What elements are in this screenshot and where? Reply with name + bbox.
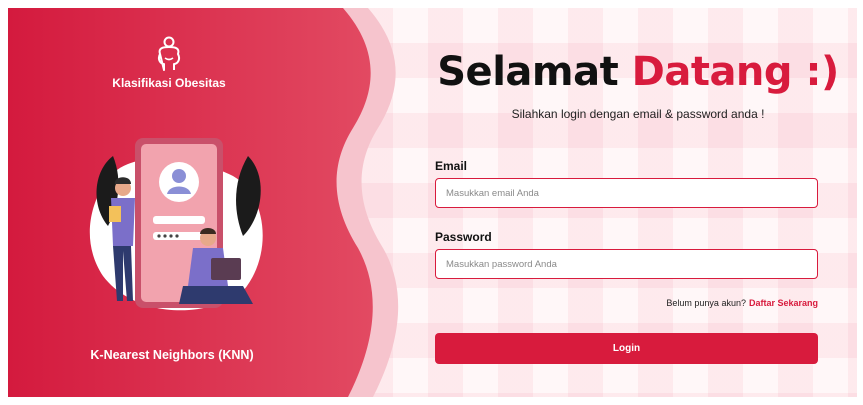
title-part-1: Selamat [437, 49, 619, 95]
page-title: Selamat Datang :) [428, 48, 848, 96]
register-prompt: Belum punya akun? Daftar Sekarang [666, 298, 818, 308]
password-field[interactable] [435, 249, 818, 279]
login-page: Klasifikasi Obesitas K-Nearest Neighbors… [8, 8, 857, 397]
method-label: K-Nearest Neighbors (KNN) [90, 348, 254, 362]
password-label: Password [435, 230, 492, 244]
register-text: Belum punya akun? [666, 298, 746, 308]
login-form: Selamat Datang :) Silahkan login dengan … [428, 8, 848, 397]
brand-name: Klasifikasi Obesitas [112, 76, 226, 90]
register-link[interactable]: Daftar Sekarang [749, 298, 818, 308]
obese-person-icon [157, 36, 181, 71]
brand: Klasifikasi Obesitas [94, 36, 244, 90]
email-label: Email [435, 159, 468, 173]
left-panel: Klasifikasi Obesitas K-Nearest Neighbors… [8, 8, 403, 397]
login-profile-illustration [89, 138, 263, 311]
login-button[interactable]: Login [435, 333, 818, 364]
title-part-2: Datang :) [631, 49, 840, 95]
subtitle: Silahkan login dengan email & password a… [511, 107, 765, 121]
email-field[interactable] [435, 178, 818, 208]
